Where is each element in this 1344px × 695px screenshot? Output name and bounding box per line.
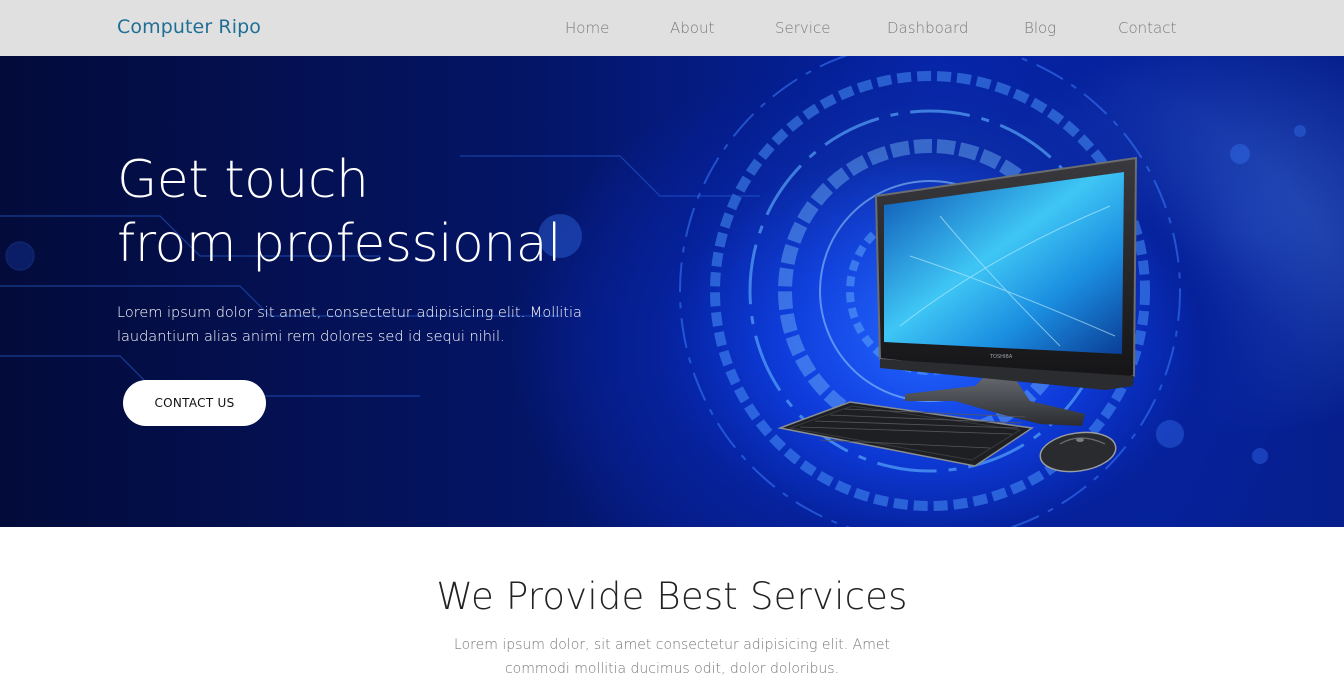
monitor-brand-label: TOSHIBA [989,354,1013,360]
navbar: Computer Ripo Home About Service Dashboa… [0,0,1344,56]
hero-title-line-1: Get touch [117,150,369,210]
nav-link-blog[interactable]: Blog [1024,19,1056,37]
services-section-title: We Provide Best Services [436,575,908,618]
nav-link-contact[interactable]: Contact [1118,19,1176,37]
brand-logo[interactable]: Computer Ripo [117,16,261,38]
nav-link-home[interactable]: Home [565,19,609,37]
hero-background-art: TOSHIBA [0,56,1306,527]
nav-link-service[interactable]: Service [775,19,830,37]
hero-title: Get touch from professional [117,148,562,276]
services-section-description: Lorem ipsum dolor, sit amet consectetur … [454,637,890,677]
nav-link-dashboard[interactable]: Dashboard [887,19,968,37]
contact-us-button[interactable]: CONTACT US [123,380,266,426]
hero-banner: TOSHIBA Get touch from professional Lore… [0,56,1344,527]
nav-link-about[interactable]: About [670,19,714,37]
hero-description: Lorem ipsum dolor sit amet, consectetur … [117,305,582,345]
hero-title-line-2: from professional [117,214,562,274]
